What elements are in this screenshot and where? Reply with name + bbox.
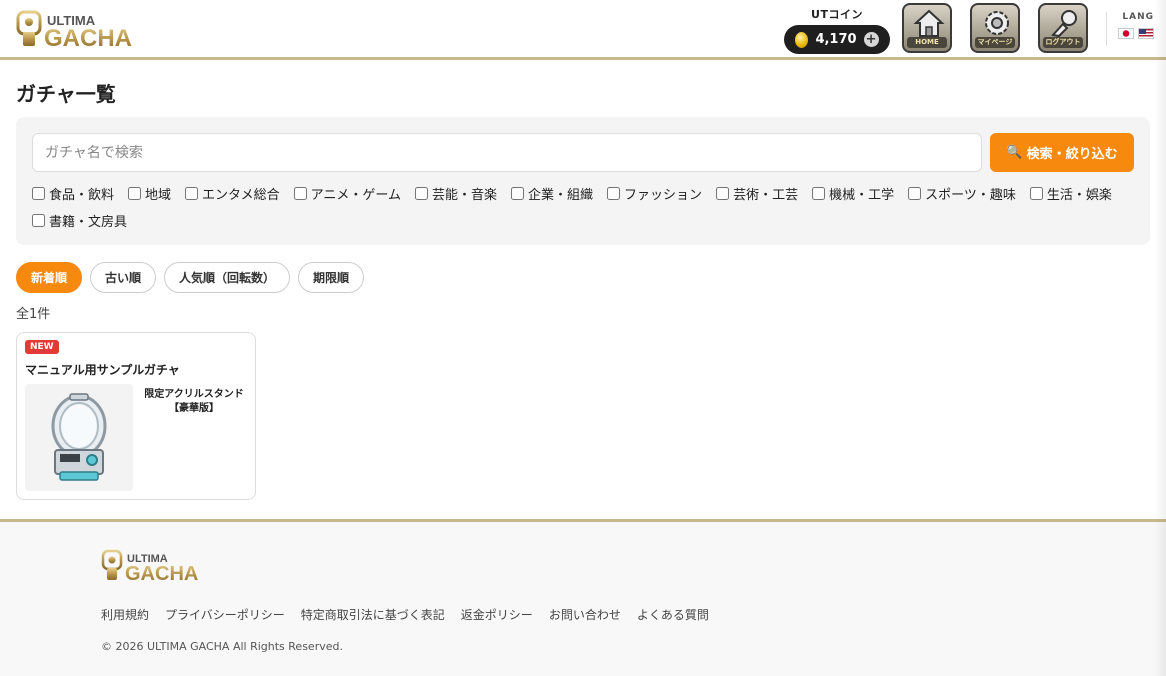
filter-panel: 🔍 検索・絞り込む 食品・飲料 地域 エンタメ総合 アニメ・ゲーム 芸能・音楽 … <box>16 117 1150 245</box>
language-switcher: LANG <box>1106 12 1154 46</box>
site-header: ULTIMA GACHA UTコイン 4,170 + HOME マイページ ログ… <box>0 0 1166 60</box>
category-label: 芸能・音楽 <box>432 187 498 203</box>
home-button-label: HOME <box>907 37 947 48</box>
category-checkbox[interactable] <box>32 213 45 227</box>
category-label: スポーツ・趣味 <box>925 187 1016 203</box>
category-checkbox[interactable] <box>812 186 826 200</box>
copyright: © 2026 ULTIMA GACHA All Rights Reserved. <box>101 640 343 653</box>
category-checkbox[interactable] <box>128 186 142 200</box>
footer-logo-gacha-text: GACHA <box>125 563 198 584</box>
category-label: 企業・組織 <box>528 187 594 203</box>
coin-amount: 4,170 <box>815 32 857 47</box>
category-anime-game[interactable]: アニメ・ゲーム <box>293 184 402 203</box>
category-checkbox[interactable] <box>185 186 199 200</box>
category-checkbox[interactable] <box>716 186 730 200</box>
mypage-button-label: マイページ <box>975 37 1015 48</box>
category-checkbox[interactable] <box>415 186 429 200</box>
category-label: 生活・娯楽 <box>1046 187 1112 203</box>
category-food[interactable]: 食品・飲料 <box>32 184 115 203</box>
logout-button[interactable]: ログアウト <box>1038 3 1088 53</box>
new-badge: NEW <box>25 340 59 354</box>
coin-icon <box>795 31 809 48</box>
category-checkbox[interactable] <box>293 186 307 200</box>
category-label: 芸術・工芸 <box>733 187 799 203</box>
logout-button-label: ログアウト <box>1043 37 1083 48</box>
category-region[interactable]: 地域 <box>128 184 172 203</box>
category-checkbox[interactable] <box>908 186 922 200</box>
gacha-machine-image <box>25 384 133 491</box>
lang-label: LANG <box>1122 12 1154 22</box>
search-input[interactable] <box>32 133 982 172</box>
footer-link-refund[interactable]: 返金ポリシー <box>461 606 533 623</box>
category-sports-hobby[interactable]: スポーツ・趣味 <box>908 184 1016 203</box>
logout-icon <box>1051 10 1077 38</box>
logo-gacha-text: GACHA <box>44 25 132 50</box>
category-checkbox[interactable] <box>1029 186 1043 200</box>
footer-link-faq[interactable]: よくある質問 <box>637 606 709 623</box>
footer-link-contact[interactable]: お問い合わせ <box>549 606 621 623</box>
category-filters: 食品・飲料 地域 エンタメ総合 アニメ・ゲーム 芸能・音楽 企業・組織 ファッシ… <box>32 184 1150 230</box>
sort-newest-button[interactable]: 新着順 <box>16 262 83 293</box>
category-checkbox[interactable] <box>511 186 525 200</box>
category-lifestyle[interactable]: 生活・娯楽 <box>1029 184 1112 203</box>
coin-balance: UTコイン 4,170 + <box>784 6 890 54</box>
category-entertainment[interactable]: エンタメ総合 <box>185 184 280 203</box>
category-fashion[interactable]: ファッション <box>607 184 703 203</box>
home-button[interactable]: HOME <box>902 3 952 53</box>
search-button-label: 検索・絞り込む <box>1026 147 1118 162</box>
category-music[interactable]: 芸能・音楽 <box>415 184 498 203</box>
category-label: ファッション <box>624 187 703 203</box>
category-engineering[interactable]: 機械・工学 <box>812 184 895 203</box>
footer-logo[interactable]: ULTIMA GACHA <box>101 548 213 584</box>
ultima-gacha-logo[interactable]: ULTIMA GACHA <box>16 8 148 50</box>
gear-icon <box>985 11 1009 35</box>
category-art-craft[interactable]: 芸術・工芸 <box>716 184 799 203</box>
page-title: ガチャ一覧 <box>16 82 116 106</box>
footer-link-terms[interactable]: 利用規約 <box>101 606 149 623</box>
category-label: 食品・飲料 <box>49 187 115 203</box>
category-books-stationery[interactable]: 書籍・文房具 <box>32 211 128 230</box>
site-footer: ULTIMA GACHA 利用規約 プライバシーポリシー 特定商取引法に基づく表… <box>0 519 1166 676</box>
footer-link-privacy[interactable]: プライバシーポリシー <box>165 606 285 623</box>
coin-label: UTコイン <box>811 8 863 21</box>
scrollbar-shadow <box>1154 0 1166 676</box>
japan-flag-icon[interactable] <box>1118 28 1134 39</box>
mypage-button[interactable]: マイページ <box>970 3 1020 53</box>
category-company[interactable]: 企業・組織 <box>511 184 594 203</box>
footer-links: 利用規約 プライバシーポリシー 特定商取引法に基づく表記 返金ポリシー お問い合… <box>101 606 709 623</box>
search-icon: 🔍 <box>1006 145 1023 160</box>
category-checkbox[interactable] <box>607 186 621 200</box>
prize-name: 限定アクリルスタンド【豪華版】 <box>144 389 244 414</box>
sort-oldest-button[interactable]: 古い順 <box>90 262 157 293</box>
gacha-title: マニュアル用サンプルガチャ <box>25 363 180 377</box>
home-icon <box>913 9 945 37</box>
gacha-card[interactable]: NEW マニュアル用サンプルガチャ 限定アクリルスタンド【豪華版】 <box>16 332 256 500</box>
sort-deadline-button[interactable]: 期限順 <box>298 262 365 293</box>
add-coin-button[interactable]: + <box>863 32 879 47</box>
category-label: アニメ・ゲーム <box>310 187 402 203</box>
sort-popular-button[interactable]: 人気順（回転数） <box>164 262 291 293</box>
category-label: 機械・工学 <box>829 187 895 203</box>
category-label: 書籍・文房具 <box>49 214 128 230</box>
gacha-machine-icon <box>51 393 107 481</box>
result-count: 全1件 <box>16 307 51 322</box>
category-label: エンタメ総合 <box>202 187 280 203</box>
footer-link-commerce-law[interactable]: 特定商取引法に基づく表記 <box>301 606 445 623</box>
coin-pill[interactable]: 4,170 + <box>784 25 890 54</box>
sort-options: 新着順 古い順 人気順（回転数） 期限順 <box>16 262 365 293</box>
search-button[interactable]: 🔍 検索・絞り込む <box>990 133 1134 172</box>
category-label: 地域 <box>145 187 172 203</box>
us-flag-icon[interactable] <box>1138 28 1154 39</box>
category-checkbox[interactable] <box>32 186 45 200</box>
